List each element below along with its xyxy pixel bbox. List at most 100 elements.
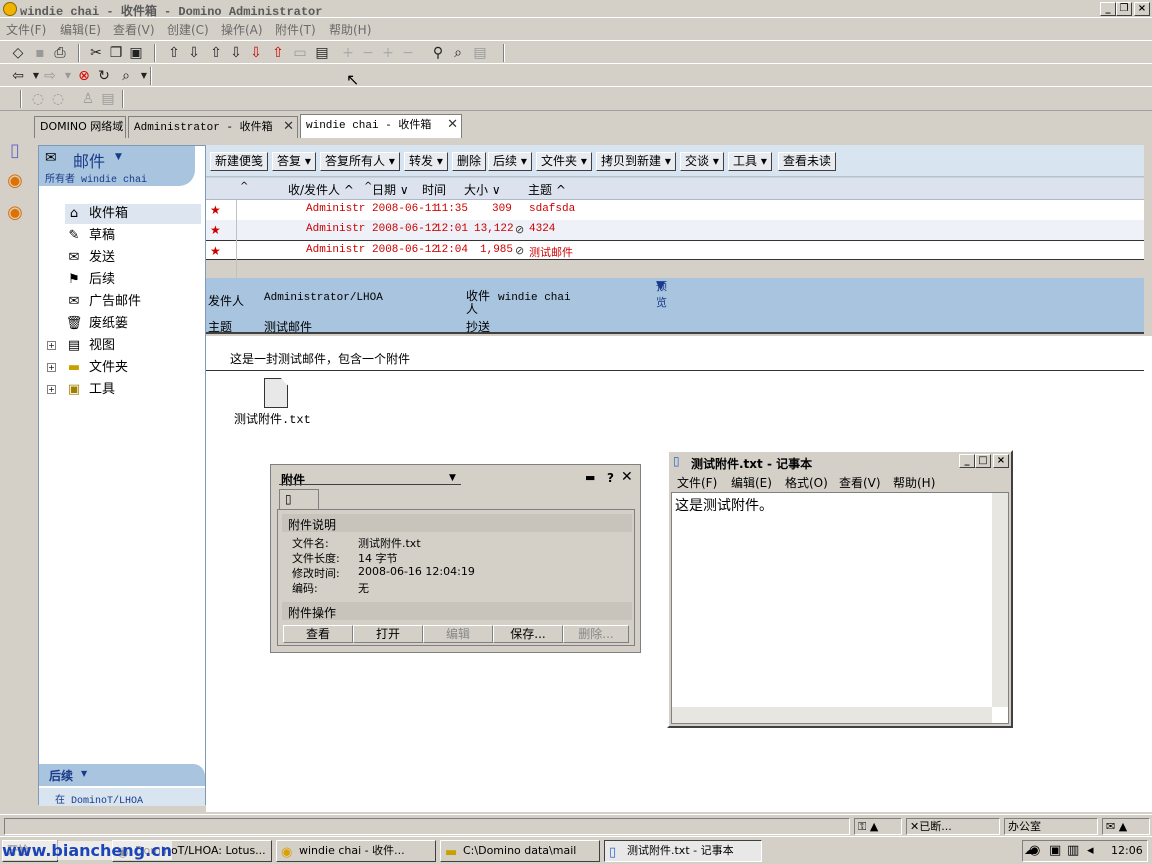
bookmark-home-icon[interactable]: ◉ [3,170,27,196]
next-main-icon[interactable]: ⇩ [228,45,244,61]
followup-panel-header[interactable]: 后续 ▼ [39,764,205,786]
search-bar-icon[interactable]: ▤ [472,45,488,61]
tray-app-icon[interactable]: ◉ [1029,843,1040,858]
preview-toggle[interactable]: 预览 ▼ [656,278,667,309]
location-status[interactable]: 办公室 [1004,818,1098,835]
notes-icon[interactable]: ▤ [100,91,116,107]
menu-file[interactable]: 文件(F) [6,21,46,38]
notepad-menu-edit[interactable]: 编辑(E) [731,474,772,491]
person-icon[interactable]: ♙ [80,91,96,107]
search-web-icon[interactable]: ⌕ [118,68,134,84]
notepad-menu-format[interactable]: 格式(O) [785,474,828,491]
next-unread-icon[interactable]: ⇩ [248,45,264,61]
cut-icon[interactable]: ✂ [88,45,104,61]
column-subject[interactable]: 主题 ^ [528,181,566,198]
file-attachment-icon[interactable] [264,378,288,408]
open-button[interactable]: 打开 [353,625,423,643]
menu-actions[interactable]: 操作(A) [221,21,263,38]
show-unread-button[interactable]: 查看未读 [778,152,837,171]
delete-button[interactable]: 删除 [452,152,487,171]
navigate-up-icon[interactable]: ⇧ [166,45,182,61]
nav-item-followup[interactable]: ⚑ 后续 [65,270,201,290]
meeting-icon[interactable]: ◌ [50,91,66,107]
paste-icon[interactable]: ▣ [128,45,144,61]
task-explorer-folder[interactable]: ▬ C:\Domino data\mail [440,840,600,862]
expand-folders-icon[interactable]: + [47,363,56,372]
prev-main-icon[interactable]: ⇧ [208,45,224,61]
mail-title[interactable]: 邮件 [73,148,105,172]
navigate-down-icon[interactable]: ⇩ [186,45,202,61]
message-row[interactable]: ★ Administr 2008-06-12 12:01 13,122 ⊘ 43… [206,220,1144,240]
save-button[interactable]: 保存... [493,625,563,643]
column-date[interactable]: 日期 ∨ [372,181,409,198]
reply-button[interactable]: 答复 ▾ [272,152,316,171]
close-button[interactable]: × [1134,2,1150,16]
notepad-menu-view[interactable]: 查看(V) [839,474,881,491]
new-memo-button[interactable]: 新建便笺 [210,152,269,171]
print-icon[interactable]: ⎙ [52,45,68,61]
help-icon[interactable]: ? [607,471,614,485]
minimize-button[interactable]: _ [959,454,975,468]
column-who[interactable]: 收/发件人 ^ [288,181,354,198]
tab-admin-inbox[interactable]: Administrator - 收件箱 ✕ [128,116,298,138]
maximize-button[interactable]: □ [975,454,991,468]
nav-item-drafts[interactable]: ✎ 草稿 [65,226,201,246]
expand-tools-icon[interactable]: + [47,385,56,394]
online-status[interactable]: ✕已断... [906,818,1000,835]
expand-all-icon[interactable]: + [380,45,396,61]
new-icon[interactable]: ◇ [10,45,26,61]
chat-button[interactable]: 交谈 ▾ [680,152,724,171]
grip-icon[interactable]: ▬ [585,471,595,484]
nav-item-tools[interactable]: ▣ 工具 [65,380,201,400]
nav-item-inbox[interactable]: ⌂ 收件箱 [65,204,201,224]
followup-button[interactable]: 后续 ▾ [488,152,532,171]
restore-button[interactable]: ❐ [1116,2,1132,16]
message-row[interactable]: ★ Administr 2008-06-11 11:35 309 sdafsda [206,200,1144,220]
search-icon[interactable]: ⌕ [450,45,466,61]
bookmark-book-icon[interactable]: ▯ [3,140,27,166]
bookmark-calendar-icon[interactable]: ◉ [3,202,27,228]
tray-security-icon[interactable]: ▥ [1067,843,1079,858]
close-button[interactable]: × [993,454,1009,468]
chevron-down-icon[interactable]: ▼ [449,473,456,483]
clock[interactable]: 12:06 [1111,844,1143,857]
column-time[interactable]: 时间 [422,181,446,198]
menu-attachment[interactable]: 附件(T) [275,21,316,38]
forward-button[interactable]: 转发 ▾ [404,152,448,171]
nav-item-views[interactable]: ▤ 视图 [65,336,201,356]
stop-icon[interactable]: ⊗ [76,68,92,84]
vertical-scrollbar[interactable] [992,493,1008,707]
column-size[interactable]: 大小 ∨ [464,181,501,198]
copy-into-new-button[interactable]: 拷贝到新建 ▾ [596,152,676,171]
tray-network-icon[interactable]: ▣ [1049,843,1061,858]
attachment-name[interactable]: 测试附件.txt [234,410,311,427]
notepad-text-area[interactable]: 这是测试附件。 [671,492,1009,724]
parent-icon[interactable]: ▭ [292,45,308,61]
expand-views-icon[interactable]: + [47,341,56,350]
sort-icon[interactable]: ^ [240,181,248,192]
menu-view[interactable]: 查看(V) [113,21,155,38]
message-row-selected[interactable]: ★ Administr 2008-06-12 12:04 1,985 ⊘ 测试邮… [206,240,1144,260]
collapse-icon[interactable]: − [360,45,376,61]
delete-button[interactable]: 删除... [563,625,629,643]
reply-all-button[interactable]: 答复所有人 ▾ [320,152,400,171]
nav-item-junk[interactable]: ✉ 广告邮件 [65,292,201,312]
task-windie-inbox[interactable]: ◉ windie chai - 收件... [276,840,436,862]
close-tab-icon[interactable]: ✕ [283,117,294,137]
tray-volume-icon[interactable]: ◂ [1087,843,1094,858]
security-key-icon[interactable]: ⚿ ▲ [854,818,902,835]
notepad-menu-file[interactable]: 文件(F) [677,474,717,491]
menu-create[interactable]: 创建(C) [167,21,209,38]
menu-help[interactable]: 帮助(H) [329,21,371,38]
inbox-status-icon[interactable]: ✉ ▲ [1102,818,1150,835]
forward-dropdown-icon[interactable]: ▼ [60,68,76,84]
copy-icon[interactable]: ❐ [108,45,124,61]
menu-edit[interactable]: 编辑(E) [60,21,101,38]
chat-icon[interactable]: ◌ [30,91,46,107]
edit-button[interactable]: 编辑 [423,625,493,643]
forward-icon[interactable]: ⇨ [42,68,58,84]
tab-info[interactable]: ▯ [279,489,319,509]
collapse-all-icon[interactable]: − [400,45,416,61]
prev-unread-icon[interactable]: ⇧ [270,45,286,61]
horizontal-scrollbar[interactable] [672,707,992,723]
